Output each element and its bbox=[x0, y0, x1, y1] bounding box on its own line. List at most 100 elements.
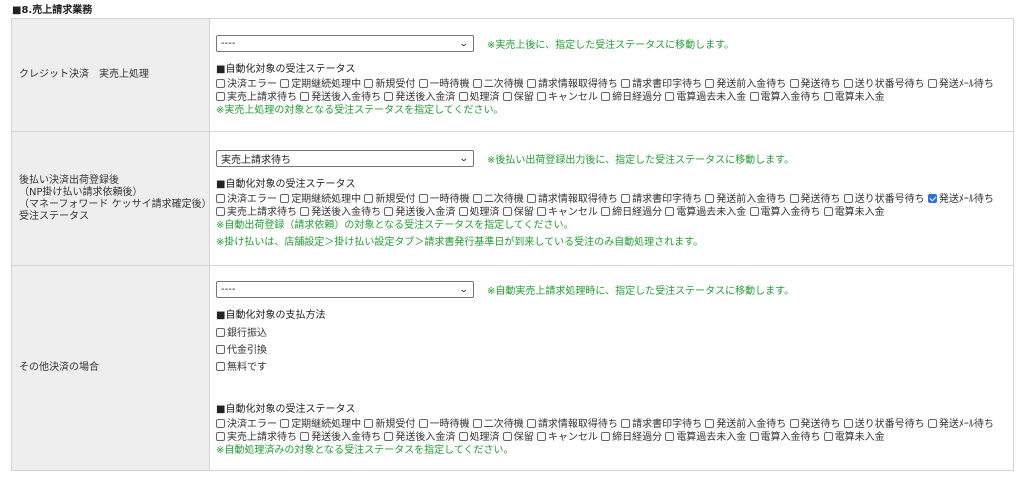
status-option[interactable]: 電算過去未入金 bbox=[665, 432, 746, 443]
status-option[interactable]: 発送前入金待ち bbox=[705, 79, 786, 90]
checkbox[interactable] bbox=[216, 345, 225, 354]
checkbox[interactable] bbox=[472, 79, 482, 88]
status-option[interactable]: 発送前入金待ち bbox=[705, 194, 786, 205]
status-option[interactable]: 発送後入金待ち bbox=[300, 432, 381, 443]
checkbox[interactable] bbox=[216, 432, 225, 441]
status-option[interactable]: 電算未入金 bbox=[823, 92, 885, 103]
status-option[interactable]: 電算未入金 bbox=[823, 207, 885, 218]
checkbox[interactable] bbox=[789, 79, 799, 88]
status-option[interactable]: 実売上請求待ち bbox=[216, 432, 297, 443]
status-option[interactable]: 請求書印字待ち bbox=[621, 194, 702, 205]
checkbox[interactable] bbox=[418, 419, 428, 428]
status-option[interactable]: 請求書印字待ち bbox=[621, 419, 702, 430]
payment-method-cod[interactable]: 代金引換 bbox=[216, 342, 1007, 359]
checkbox[interactable] bbox=[300, 432, 310, 441]
status-option[interactable]: 請求情報取得待ち bbox=[526, 79, 618, 90]
checkbox[interactable] bbox=[384, 92, 394, 101]
checkbox[interactable] bbox=[789, 194, 799, 203]
status-option[interactable]: 新規受付 bbox=[364, 419, 415, 430]
checkbox[interactable] bbox=[749, 207, 759, 216]
checkbox[interactable] bbox=[665, 207, 675, 216]
checkbox[interactable] bbox=[458, 432, 468, 441]
checkbox[interactable] bbox=[300, 92, 310, 101]
status-option[interactable]: 二次待機 bbox=[472, 79, 524, 90]
status-option[interactable]: 請求情報取得待ち bbox=[526, 419, 618, 430]
payment-method-free[interactable]: 無料です bbox=[216, 359, 1007, 376]
status-option[interactable]: 送り状番号待ち bbox=[843, 194, 925, 205]
status-option[interactable]: 発送後入金待ち bbox=[300, 207, 381, 218]
checkbox[interactable] bbox=[536, 207, 546, 216]
checkbox[interactable] bbox=[384, 207, 394, 216]
checkbox[interactable] bbox=[749, 92, 759, 101]
status-option[interactable]: 発送ﾒｰﾙ待ち bbox=[927, 79, 994, 90]
status-option[interactable]: 電算入金待ち bbox=[749, 92, 821, 103]
status-option[interactable]: 定期継続処理中 bbox=[280, 194, 361, 205]
checkbox[interactable] bbox=[384, 432, 394, 441]
checkbox[interactable] bbox=[621, 419, 631, 428]
checkbox[interactable] bbox=[458, 92, 468, 101]
checkbox[interactable] bbox=[458, 207, 468, 216]
status-option[interactable]: 電算入金待ち bbox=[749, 207, 821, 218]
status-option[interactable]: キャンセル bbox=[536, 432, 598, 443]
status-option[interactable]: 一時待機 bbox=[418, 194, 470, 205]
checkbox[interactable] bbox=[601, 207, 611, 216]
checkbox[interactable] bbox=[665, 92, 675, 101]
status-option[interactable]: 送り状番号待ち bbox=[843, 419, 925, 430]
checkbox[interactable] bbox=[526, 194, 536, 203]
checkbox[interactable] bbox=[621, 79, 631, 88]
checkbox[interactable] bbox=[823, 92, 833, 101]
checkbox[interactable] bbox=[418, 194, 428, 203]
status-option[interactable]: 締日経過分 bbox=[601, 207, 662, 218]
checkbox[interactable] bbox=[705, 79, 715, 88]
checkbox[interactable] bbox=[502, 207, 512, 216]
status-option[interactable]: 発送後入金済 bbox=[384, 207, 455, 218]
checkbox[interactable] bbox=[823, 207, 833, 216]
status-option[interactable]: 決済エラー bbox=[216, 79, 277, 90]
status-option[interactable]: 決済エラー bbox=[216, 419, 277, 430]
status-option[interactable]: 処理済 bbox=[458, 207, 500, 218]
checkbox[interactable] bbox=[705, 194, 715, 203]
status-option[interactable]: 発送ﾒｰﾙ待ち bbox=[927, 419, 994, 430]
status-option[interactable]: 一時待機 bbox=[418, 419, 470, 430]
status-option[interactable]: 実売上請求待ち bbox=[216, 207, 297, 218]
checkbox[interactable] bbox=[216, 328, 225, 337]
status-option[interactable]: 定期継続処理中 bbox=[280, 419, 361, 430]
status-option[interactable]: 保留 bbox=[502, 432, 534, 443]
checkbox[interactable] bbox=[526, 419, 536, 428]
checkbox[interactable] bbox=[472, 194, 482, 203]
checkbox[interactable] bbox=[216, 207, 225, 216]
checkbox[interactable] bbox=[927, 194, 937, 203]
status-option[interactable]: 電算過去未入金 bbox=[665, 92, 746, 103]
checkbox[interactable] bbox=[621, 194, 631, 203]
checkbox[interactable] bbox=[364, 79, 374, 88]
checkbox[interactable] bbox=[472, 419, 482, 428]
checkbox[interactable] bbox=[280, 419, 290, 428]
status-option[interactable]: 電算入金待ち bbox=[749, 432, 821, 443]
checkbox[interactable] bbox=[749, 432, 759, 441]
checkbox[interactable] bbox=[502, 92, 512, 101]
status-option[interactable]: 発送待ち bbox=[789, 194, 841, 205]
payment-method-bank[interactable]: 銀行振込 bbox=[216, 325, 1007, 342]
checkbox[interactable] bbox=[502, 432, 512, 441]
checkbox[interactable] bbox=[927, 419, 937, 428]
checkbox[interactable] bbox=[216, 92, 225, 101]
checkbox[interactable] bbox=[665, 432, 675, 441]
status-option[interactable]: キャンセル bbox=[536, 207, 598, 218]
status-select[interactable]: 実売上請求待ち ⌄ bbox=[216, 150, 474, 167]
status-option[interactable]: 二次待機 bbox=[472, 194, 524, 205]
checkbox[interactable] bbox=[364, 419, 374, 428]
checkbox[interactable] bbox=[216, 194, 225, 203]
status-option[interactable]: 締日経過分 bbox=[601, 92, 662, 103]
status-option[interactable]: 実売上請求待ち bbox=[216, 92, 297, 103]
checkbox[interactable] bbox=[216, 362, 225, 371]
checkbox[interactable] bbox=[536, 92, 546, 101]
checkbox[interactable] bbox=[705, 419, 715, 428]
checkbox[interactable] bbox=[823, 432, 833, 441]
checkbox[interactable] bbox=[280, 79, 290, 88]
checkbox[interactable] bbox=[280, 194, 290, 203]
checkbox[interactable] bbox=[216, 419, 225, 428]
status-option[interactable]: 発送前入金待ち bbox=[705, 419, 786, 430]
checkbox[interactable] bbox=[418, 79, 428, 88]
checkbox[interactable] bbox=[843, 79, 853, 88]
status-option[interactable]: 発送待ち bbox=[789, 79, 841, 90]
